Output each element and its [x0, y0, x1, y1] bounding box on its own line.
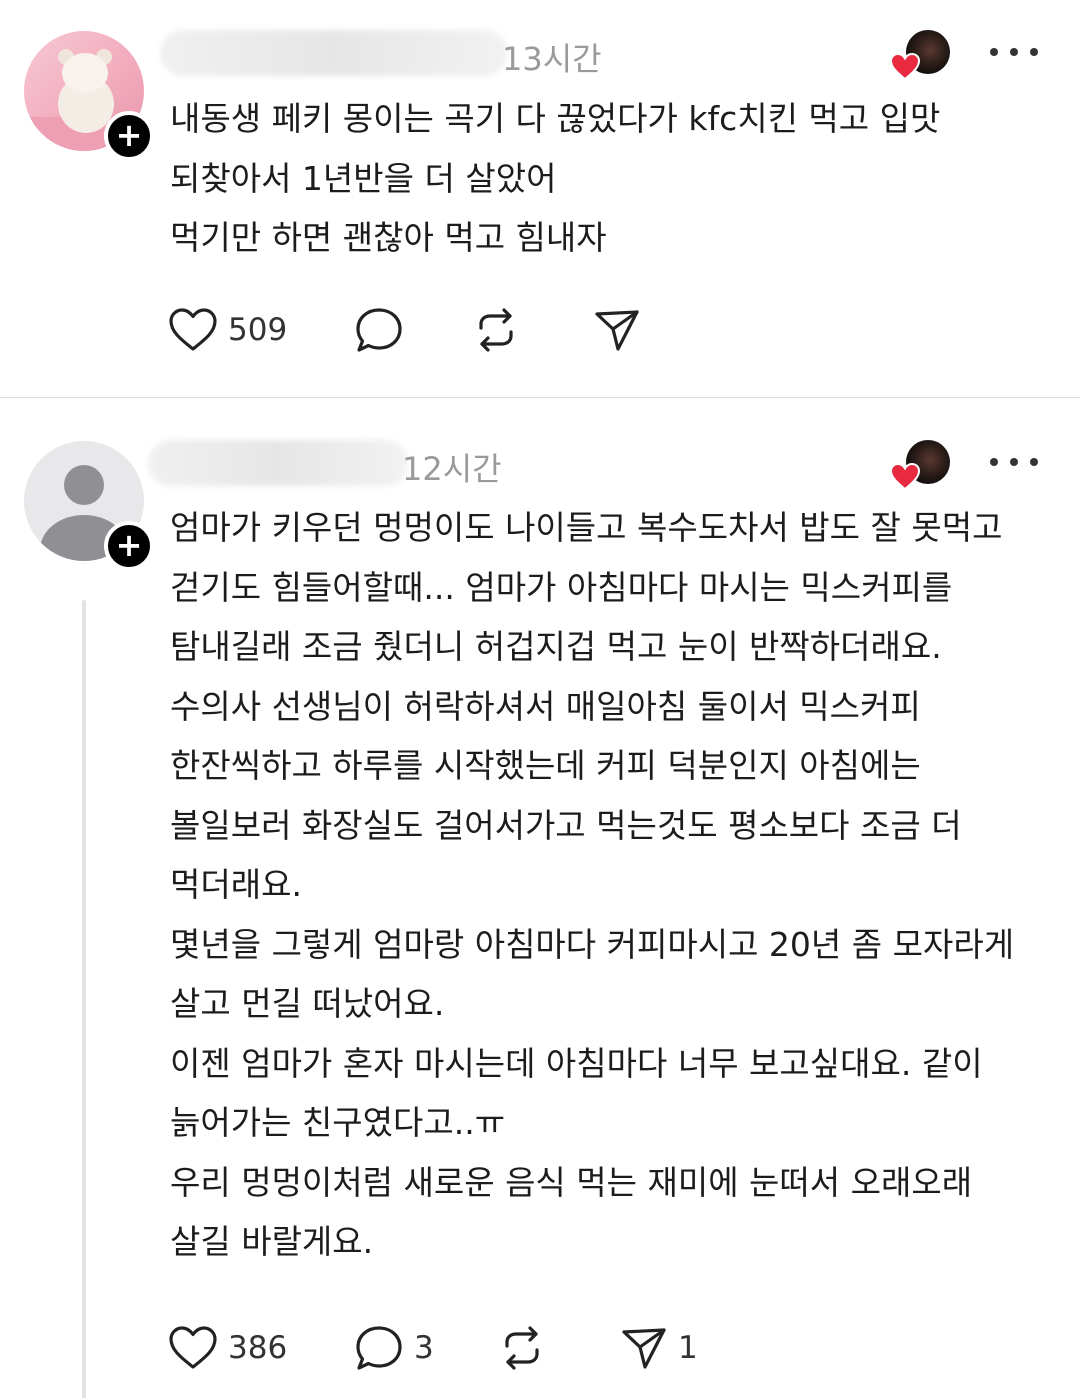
paper-plane-icon [622, 1328, 666, 1369]
action-bar: 509 [168, 305, 728, 355]
post-text-line: 살고 먼길 떠났어요. [170, 984, 445, 1023]
post-text-line: 몇년을 그렇게 엄마랑 아침마다 커피마시고 20년 좀 모자라게 [170, 924, 1015, 964]
dot [1010, 48, 1018, 56]
reply-count: 3 [414, 1330, 434, 1366]
heart-filled-icon [890, 52, 920, 81]
post-text-line: 늙어가는 친구였다고..ㅠ [170, 1103, 506, 1142]
post-text-line: 한잔씩하고 하루를 시작했는데 커피 덕분인지 아침에는 [170, 746, 921, 785]
paper-plane-icon [595, 310, 639, 351]
like-count: 386 [228, 1330, 288, 1366]
thread-line [82, 600, 86, 1398]
share-button[interactable] [593, 305, 641, 355]
more-dots-icon[interactable] [990, 42, 1038, 62]
heart-outline-icon [169, 308, 217, 351]
follow-button[interactable]: + [104, 521, 154, 571]
more-dots-icon[interactable] [990, 452, 1038, 472]
timestamp: 12시간 [402, 450, 502, 488]
follow-button[interactable]: + [104, 111, 154, 161]
share-button[interactable]: 1 [620, 1323, 698, 1373]
avatar-bear-head [62, 53, 108, 93]
post-text-line: 살길 바랄게요. [170, 1222, 374, 1261]
post-text-line: 볼일보러 화장실도 걸어서가고 먹는것도 평소보다 조금 더 [170, 805, 962, 845]
repost-arrows-icon [479, 308, 513, 352]
post-2: + 12시간 엄마가 키우던 멍멍이도 나이들고 복수도차서 밥도 잘 못먹고 … [0, 398, 1080, 1398]
reply-button[interactable]: 3 [354, 1323, 434, 1373]
like-button[interactable]: 509 [168, 305, 287, 355]
post-text-line: 되찾아서 1년반을 더 살았어 [170, 158, 557, 198]
timestamp: 13시간 [502, 40, 602, 78]
like-count: 509 [228, 312, 288, 348]
reply-button[interactable] [354, 305, 404, 355]
speech-bubble-icon [356, 308, 402, 352]
dot [1030, 48, 1038, 56]
username-blurred[interactable] [160, 30, 508, 76]
dot [990, 48, 998, 56]
post-text-line: 우리 멍멍이처럼 새로운 음식 먹는 재미에 눈떠서 오래오래 [170, 1162, 973, 1202]
post-text-line: 먹더래요. [170, 865, 302, 904]
dot [1030, 458, 1038, 466]
repost-button[interactable] [498, 1323, 546, 1373]
action-bar: 386 3 1 [168, 1323, 728, 1373]
heart-filled-icon [890, 462, 920, 491]
heart-outline-icon [169, 1326, 217, 1369]
speech-bubble-icon [356, 1326, 402, 1370]
post-text-line: 이젠 엄마가 혼자 마시는데 아침마다 너무 보고싶대요. 같이 [170, 1043, 983, 1083]
post-body: 엄마가 키우던 멍멍이도 나이들고 복수도차서 밥도 잘 못먹고 걷기도 힘들어… [170, 498, 1060, 1272]
post-text-line: 내동생 페키 몽이는 곡기 다 끊었다가 kfc치킨 먹고 입맛 [170, 99, 941, 138]
post-body: 내동생 페키 몽이는 곡기 다 끊었다가 kfc치킨 먹고 입맛 되찾아서 1년… [170, 89, 1060, 268]
dot [990, 458, 998, 466]
post-text-line: 수의사 선생님이 허락하셔서 매일아침 둘이서 믹스커피 [170, 686, 921, 726]
dot [1010, 458, 1018, 466]
repost-arrows-icon [505, 1326, 539, 1370]
avatar-default-head [64, 465, 104, 505]
post-text-line: 먹기만 하면 괜찮아 먹고 힘내자 [170, 218, 607, 257]
share-count: 1 [678, 1330, 698, 1366]
post-1: + 13시간 내동생 페키 몽이는 곡기 다 끊었다가 kfc치킨 먹고 입맛 … [0, 0, 1080, 398]
post-text-line: 걷기도 힘들어할때... 엄마가 아침마다 마시는 믹스커피를 [170, 567, 953, 607]
post-text-line: 엄마가 키우던 멍멍이도 나이들고 복수도차서 밥도 잘 못먹고 [170, 508, 1003, 547]
like-button[interactable]: 386 [168, 1323, 287, 1373]
username-blurred[interactable] [148, 440, 408, 486]
post-text-line: 탐내길래 조금 줬더니 허겁지겁 먹고 눈이 반짝하더래요. [170, 627, 942, 666]
repost-button[interactable] [472, 305, 520, 355]
